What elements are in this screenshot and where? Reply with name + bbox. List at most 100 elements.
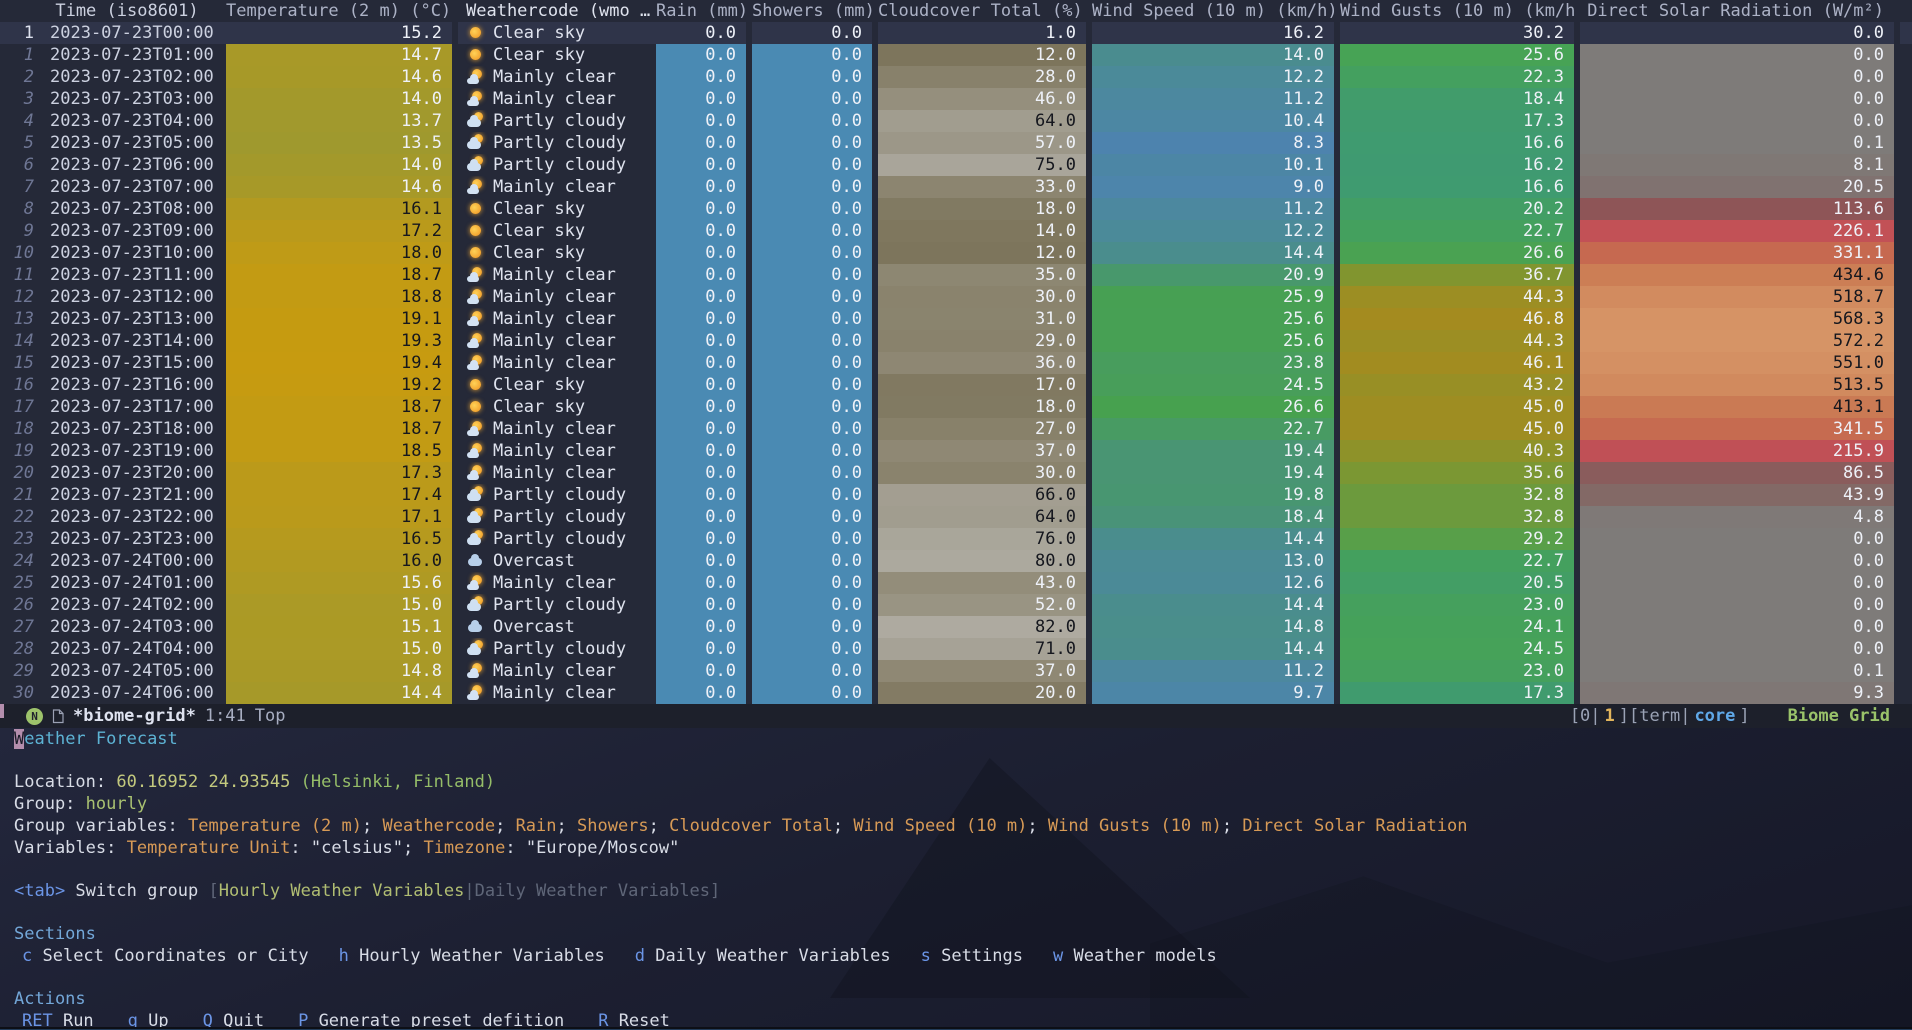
env-active[interactable]: core xyxy=(1694,706,1735,726)
separator: ; xyxy=(833,816,853,836)
cell-solar-radiation: 518.7 xyxy=(1580,286,1900,308)
separator: ; xyxy=(1027,816,1047,836)
col-header-rain: Rain (mm) xyxy=(656,0,752,22)
cell-temperature: 19.4 xyxy=(226,352,458,374)
cell-wind-speed: 18.4 xyxy=(1092,506,1340,528)
line-number: 24 xyxy=(0,550,44,572)
cell-rain: 0.0 xyxy=(656,242,752,264)
cell-rain: 0.0 xyxy=(656,528,752,550)
cloud-icon xyxy=(467,474,479,480)
cell-showers: 0.0 xyxy=(752,22,878,44)
cell-wind-speed: 14.4 xyxy=(1092,242,1340,264)
weather-mainly-icon xyxy=(466,332,486,349)
table-row: 2 2023-07-23T02:00 14.6 Mainly clear 0.0… xyxy=(0,66,1912,88)
cell-showers: 0.0 xyxy=(752,110,878,132)
sections-items: c Select Coordinates or City h Hourly Wea… xyxy=(0,945,1912,967)
cell-temperature: 14.4 xyxy=(226,682,458,704)
cell-weathercode: Partly cloudy xyxy=(458,484,656,506)
sun-icon xyxy=(470,49,481,60)
cell-cloudcover: 64.0 xyxy=(878,506,1092,528)
cell-solar-radiation: 0.0 xyxy=(1580,550,1900,572)
cell-wind-speed: 14.4 xyxy=(1092,528,1340,550)
cell-rain: 0.0 xyxy=(656,198,752,220)
cell-wind-speed: 26.6 xyxy=(1092,396,1340,418)
section-daily-weather-variables[interactable]: d Daily Weather Variables xyxy=(635,945,891,967)
weather-clear-icon xyxy=(466,200,486,217)
keybinding[interactable]: c xyxy=(22,946,32,966)
keybinding[interactable]: s xyxy=(921,946,931,966)
tab-option-hourly[interactable]: Hourly Weather Variables xyxy=(219,881,465,901)
cloud-icon xyxy=(467,493,481,501)
cell-temperature: 16.0 xyxy=(226,550,458,572)
cell-weathercode: Partly cloudy xyxy=(458,594,656,616)
cell-solar-radiation: 9.3 xyxy=(1580,682,1900,704)
table-row: 22 2023-07-23T22:00 17.1 Partly cloudy 0… xyxy=(0,506,1912,528)
buffer-name[interactable]: *biome-grid* xyxy=(73,706,196,726)
weather-mainly-icon xyxy=(466,662,486,679)
cell-showers: 0.0 xyxy=(752,506,878,528)
cell-weathercode: Mainly clear xyxy=(458,682,656,704)
table-row: 29 2023-07-24T05:00 14.8 Mainly clear 0.… xyxy=(0,660,1912,682)
weather-label: Clear sky xyxy=(493,23,585,43)
cell-showers: 0.0 xyxy=(752,154,878,176)
weather-mainly-icon xyxy=(466,178,486,195)
cell-solar-radiation: 43.9 xyxy=(1580,484,1900,506)
line-number: 21 xyxy=(0,484,44,506)
keybinding[interactable]: d xyxy=(635,946,645,966)
cell-temperature: 14.6 xyxy=(226,176,458,198)
keybinding[interactable]: h xyxy=(339,946,349,966)
tab-key[interactable]: <tab> xyxy=(14,881,65,901)
table-row: 13 2023-07-23T13:00 19.1 Mainly clear 0.… xyxy=(0,308,1912,330)
cell-wind-gusts: 17.3 xyxy=(1340,682,1580,704)
weather-clear-icon xyxy=(466,24,486,41)
cell-wind-speed: 12.2 xyxy=(1092,66,1340,88)
weather-label: Partly cloudy xyxy=(493,639,626,659)
section-settings[interactable]: s Settings xyxy=(921,945,1023,967)
cell-showers: 0.0 xyxy=(752,198,878,220)
cell-time: 2023-07-23T14:00 xyxy=(44,330,226,352)
section-weather-models[interactable]: w Weather models xyxy=(1053,945,1217,967)
cell-wind-gusts: 32.8 xyxy=(1340,506,1580,528)
tab-separator: | xyxy=(464,881,474,901)
cell-rain: 0.0 xyxy=(656,22,752,44)
major-mode-name[interactable]: Biome Grid xyxy=(1788,706,1890,726)
cell-cloudcover: 12.0 xyxy=(878,242,1092,264)
cell-time: 2023-07-23T16:00 xyxy=(44,374,226,396)
cell-wind-gusts: 36.7 xyxy=(1340,264,1580,286)
cloud-icon xyxy=(467,163,481,171)
tab-option-daily[interactable]: Daily Weather Variables xyxy=(475,881,710,901)
cell-wind-gusts: 43.2 xyxy=(1340,374,1580,396)
sun-icon xyxy=(470,225,481,236)
cell-weathercode: Mainly clear xyxy=(458,66,656,88)
cloud-icon xyxy=(467,537,481,545)
cell-solar-radiation: 513.5 xyxy=(1580,374,1900,396)
cell-cloudcover: 17.0 xyxy=(878,374,1092,396)
variable-value: "Europe/Moscow" xyxy=(526,838,680,858)
keybinding[interactable]: w xyxy=(1053,946,1063,966)
cell-wind-speed: 22.7 xyxy=(1092,418,1340,440)
table-row: 6 2023-07-23T06:00 14.0 Partly cloudy 0.… xyxy=(0,154,1912,176)
weather-label: Overcast xyxy=(493,551,575,571)
cell-showers: 0.0 xyxy=(752,418,878,440)
group-variable: Rain xyxy=(516,816,557,836)
group-variables-line: Group variables: Temperature (2 m); Weat… xyxy=(0,815,1912,837)
line-number: 6 xyxy=(0,154,44,176)
weather-mainly-icon xyxy=(466,420,486,437)
cell-cloudcover: 18.0 xyxy=(878,198,1092,220)
keybinding-label: Hourly Weather Variables xyxy=(349,946,605,966)
cell-rain: 0.0 xyxy=(656,110,752,132)
cell-showers: 0.0 xyxy=(752,528,878,550)
cell-cloudcover: 29.0 xyxy=(878,330,1092,352)
col-header-showers: Showers (mm) xyxy=(752,0,878,22)
section-select-coordinates-or-city[interactable]: c Select Coordinates or City xyxy=(22,945,309,967)
cell-wind-speed: 14.0 xyxy=(1092,44,1340,66)
cell-showers: 0.0 xyxy=(752,308,878,330)
cell-temperature: 14.0 xyxy=(226,88,458,110)
cell-temperature: 17.4 xyxy=(226,484,458,506)
cell-wind-gusts: 18.4 xyxy=(1340,88,1580,110)
workspace-active[interactable]: 1 xyxy=(1605,706,1615,726)
cell-showers: 0.0 xyxy=(752,132,878,154)
cell-showers: 0.0 xyxy=(752,484,878,506)
section-hourly-weather-variables[interactable]: h Hourly Weather Variables xyxy=(339,945,605,967)
weather-label: Partly cloudy xyxy=(493,485,626,505)
